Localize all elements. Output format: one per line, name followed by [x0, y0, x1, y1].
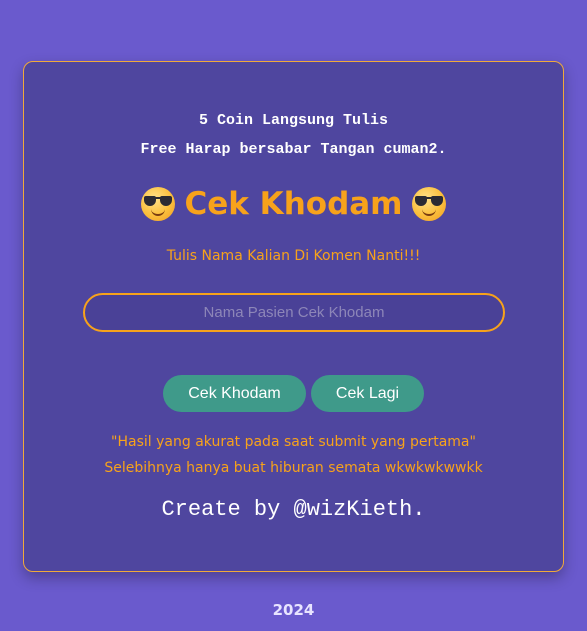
result-line-2: Selebihnya hanya buat hiburan semata wkw…: [104, 460, 483, 476]
credit-text: Create by @wizKieth.: [161, 497, 426, 522]
result-line-1: "Hasil yang akurat pada saat submit yang…: [111, 434, 476, 450]
name-input[interactable]: [83, 293, 505, 332]
page-title: Cek Khodam: [24, 181, 563, 227]
notice-line-2: Free Harap bersabar Tangan cuman2.: [140, 141, 447, 158]
cek-khodam-button[interactable]: Cek Khodam: [163, 375, 306, 412]
instruction-text: Tulis Nama Kalian Di Komen Nanti!!!: [166, 248, 421, 264]
notice-text: 5 Coin Langsung Tulis Free Harap bersaba…: [24, 106, 563, 164]
khodam-card: 5 Coin Langsung Tulis Free Harap bersaba…: [23, 61, 564, 572]
notice-line-1: 5 Coin Langsung Tulis: [198, 112, 389, 129]
button-row: Cek Khodam Cek Lagi: [24, 375, 563, 412]
smiling-face-with-sunglasses-icon: [140, 187, 175, 221]
cek-lagi-button[interactable]: Cek Lagi: [311, 375, 424, 412]
page: 5 Coin Langsung Tulis Free Harap bersaba…: [0, 0, 587, 631]
page-title-text: Cek Khodam: [184, 186, 403, 222]
footer-year: 2024: [272, 601, 315, 619]
result-text: "Hasil yang akurat pada saat submit yang…: [24, 429, 563, 481]
smiling-face-with-sunglasses-icon: [412, 187, 447, 221]
